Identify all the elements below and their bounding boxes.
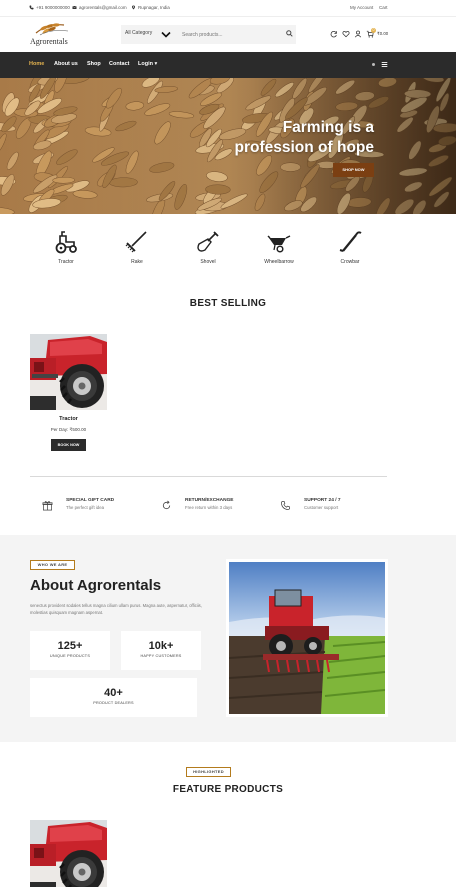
feature-products-title: FEATURE PRODUCTS xyxy=(172,784,284,795)
product-image-tractor[interactable] xyxy=(30,334,107,410)
about-title: About Agrorentals xyxy=(30,577,162,594)
dot-icon[interactable] xyxy=(371,62,376,67)
location-text: Rupnagar, India xyxy=(138,5,170,10)
category-label: Rake xyxy=(131,259,143,265)
search-icon[interactable] xyxy=(286,30,293,37)
category-crowbar[interactable]: Crowbar xyxy=(320,230,380,270)
stat-product-dealers: 40+ PRODUCT DEALERS xyxy=(30,678,197,717)
stat-label: PRODUCT DEALERS xyxy=(93,701,134,705)
cart-widget[interactable]: 0 ₹0.00 xyxy=(366,28,390,39)
wheelbarrow-icon xyxy=(267,235,291,253)
heart-icon[interactable] xyxy=(342,30,350,38)
phone-text: +91 9000000000 xyxy=(36,5,70,10)
stat-unique-products: 125+ UNIQUE PRODUCTS xyxy=(30,631,110,670)
stat-number: 40+ xyxy=(104,687,123,699)
stat-label: UNIQUE PRODUCTS xyxy=(49,654,91,658)
feature-title: SPECIAL GIFT CARD xyxy=(66,498,115,503)
user-icon[interactable] xyxy=(354,30,362,38)
category-label: Shovel xyxy=(200,259,216,265)
category-wheelbarrow[interactable]: Wheelbarrow xyxy=(249,230,309,270)
highlighted-badge: HIGHLIGHTED xyxy=(186,767,231,777)
phone-contact[interactable]: +91 9000000000 xyxy=(29,5,70,10)
book-now-button[interactable]: BOOK NOW xyxy=(51,439,86,451)
phone-icon xyxy=(281,501,290,510)
feature-title: SUPPORT 24 / 7 xyxy=(304,498,341,503)
stat-happy-customers: 10k+ HAPPY CUSTOMERS xyxy=(121,631,201,670)
my-account-label: My Account xyxy=(350,5,374,10)
stat-number: 125+ xyxy=(57,640,83,652)
category-shovel[interactable]: Shovel xyxy=(178,230,238,270)
nav-login[interactable]: Login ▾ xyxy=(138,61,157,67)
stat-number: 10k+ xyxy=(148,640,174,652)
main-nav: Home About us Shop Contact Login ▾ xyxy=(0,52,456,78)
nav-contact[interactable]: Contact xyxy=(109,61,129,67)
best-selling-title: BEST SELLING xyxy=(189,298,267,309)
return-icon xyxy=(162,500,171,510)
cart-label: Cart xyxy=(379,5,388,10)
feature-return-exchange: RETURN/EXCHANGE Free return within 3 day… xyxy=(161,497,271,515)
phone-icon xyxy=(29,5,34,10)
cart-total: ₹0.00 xyxy=(377,31,389,36)
hero-headline: Farming is a profession of hope xyxy=(235,118,375,158)
nav-shop[interactable]: Shop xyxy=(87,61,101,67)
category-tractor[interactable]: Tractor xyxy=(36,230,96,270)
feature-title: RETURN/EXCHANGE xyxy=(185,498,234,503)
category-select[interactable]: All Category xyxy=(125,30,152,36)
product-name[interactable]: Tractor xyxy=(30,416,107,422)
location-info: Rupnagar, India xyxy=(131,5,170,10)
feature-product-image[interactable] xyxy=(30,820,107,887)
feature-subtitle: Customer support xyxy=(304,505,339,510)
tractor-photo xyxy=(30,820,107,887)
hamburger-menu-icon[interactable] xyxy=(381,61,388,68)
top-bar: +91 9000000000 agrorentals@gmail.com Rup… xyxy=(0,0,456,16)
search-input[interactable] xyxy=(182,28,272,41)
hero-headline-line2: profession of hope xyxy=(234,139,375,156)
nav-home[interactable]: Home xyxy=(29,61,44,67)
chevron-down-icon[interactable] xyxy=(161,31,171,39)
shop-now-button[interactable]: SHOP NOW xyxy=(333,163,374,177)
refresh-icon[interactable] xyxy=(330,30,338,38)
stat-label: HAPPY CUSTOMERS xyxy=(140,654,182,658)
logo[interactable]: Agrorentals xyxy=(30,21,78,47)
feature-gift-card: SPECIAL GIFT CARD The perfect gift idea xyxy=(42,497,142,515)
who-we-are-badge: WHO WE ARE xyxy=(30,560,75,570)
cart-count-badge: 0 xyxy=(371,28,376,33)
hero-banner: Farming is a profession of hope SHOP NOW xyxy=(0,78,456,214)
email-icon xyxy=(72,5,77,9)
about-image xyxy=(226,559,388,717)
my-account-link[interactable]: My Account xyxy=(350,5,373,10)
about-description: senectus provident sodales tellus magna … xyxy=(30,603,202,615)
cart-link[interactable]: Cart xyxy=(379,5,388,10)
rake-icon xyxy=(125,231,147,253)
email-text: agrorentals@gmail.com xyxy=(79,5,127,10)
tractor-icon xyxy=(55,231,77,254)
tractor-photo xyxy=(30,334,107,410)
category-label: Wheelbarrow xyxy=(264,259,294,265)
category-label: Crowbar xyxy=(340,259,360,265)
email-contact[interactable]: agrorentals@gmail.com xyxy=(72,5,127,10)
search-bar: All Category xyxy=(121,25,296,44)
tractor-field-photo xyxy=(228,562,386,714)
feature-subtitle: The perfect gift idea xyxy=(66,505,104,510)
grain-background-image xyxy=(0,78,456,214)
feature-support: SUPPORT 24 / 7 Customer support xyxy=(280,497,390,515)
crowbar-icon xyxy=(339,231,362,252)
product-price: Per Day: ₹500.00 xyxy=(50,427,87,432)
logo-text: Agrorentals xyxy=(30,37,68,46)
gift-icon xyxy=(42,501,53,511)
divider xyxy=(30,476,387,477)
category-rake[interactable]: Rake xyxy=(107,230,167,270)
category-label: Tractor xyxy=(58,259,74,265)
nav-about-us[interactable]: About us xyxy=(54,61,78,67)
feature-subtitle: Free return within 3 days xyxy=(185,505,233,510)
hero-headline-line1: Farming is a xyxy=(282,119,374,136)
shovel-icon xyxy=(197,231,219,252)
location-pin-icon xyxy=(132,5,135,10)
